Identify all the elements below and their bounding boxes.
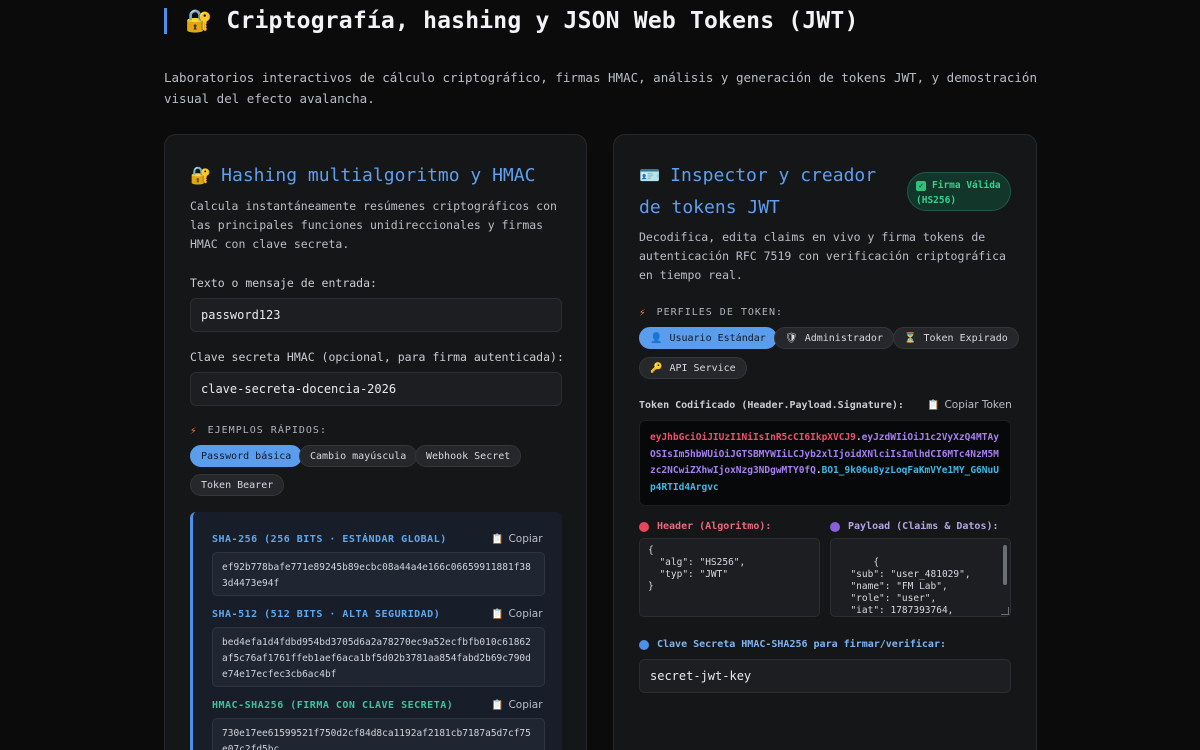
token-header-part: eyJhbGciOiJIUzI1NiIsInR5cCI6IkpXVCJ9 — [650, 432, 856, 443]
secret-key-label: Clave Secreta HMAC-SHA256 para firmar/ve… — [639, 639, 946, 650]
example-webhook-secret[interactable]: Webhook Secret — [415, 445, 522, 467]
sha512-label: SHA-512 (512 BITS · ALTA SEGURIDAD) — [212, 609, 441, 620]
header-label: Header (Algoritmo): — [639, 521, 771, 532]
id-card-icon: 🪪 — [639, 166, 661, 186]
copy-sha512-button[interactable]: 📋 Copiar — [491, 608, 543, 620]
copy-hmac-button[interactable]: 📋 Copiar — [491, 699, 543, 711]
hashing-card-title: 🔐 Hashing multialgoritmo y HMAC — [190, 165, 536, 186]
hashing-description: Calcula instantáneamente resúmenes cript… — [190, 199, 557, 251]
profile-administrador[interactable]: 🛡 Administrador — [774, 327, 894, 349]
jwt-secret-input[interactable]: secret-jwt-key — [639, 659, 1011, 693]
copy-sha256-button[interactable]: 📋 Copiar — [491, 533, 543, 545]
sha256-output: ef92b778bafe771e89245b89ecbc08a44a4e166c… — [212, 552, 545, 596]
encoded-token-output[interactable]: eyJhbGciOiJIUzI1NiIsInR5cCI6IkpXVCJ9.eyJ… — [639, 420, 1011, 506]
message-input[interactable]: password123 — [190, 298, 562, 332]
check-icon: ✓ — [916, 180, 926, 191]
hmac-key-input[interactable]: clave-secreta-docencia-2026 — [190, 372, 562, 406]
clipboard-icon: 📋 — [491, 533, 504, 545]
examples-label: ⚡ EJEMPLOS RÁPIDOS: — [190, 424, 327, 437]
hourglass-icon: ⏳ — [904, 332, 917, 344]
payload-label: Payload (Claims & Datos): — [830, 521, 999, 532]
lock-key-icon: 🔐 — [185, 8, 213, 34]
jwt-card-title: 🪪 Inspector y creador de tokens JWT — [639, 165, 877, 218]
hmac-key-label: Clave secreta HMAC (opcional, para firma… — [190, 350, 564, 364]
input-label: Texto o mensaje de entrada: — [190, 276, 377, 290]
header-json-editor[interactable]: { "alg": "HS256", "typ": "JWT" } — [639, 538, 820, 617]
profile-usuario-estandar[interactable]: 👤 Usuario Estándar — [639, 327, 777, 349]
hash-results-panel: SHA-256 (256 BITS · ESTÁNDAR GLOBAL) 📋 Co… — [190, 512, 562, 750]
hmac-sha256-label: HMAC-SHA256 (FIRMA CON CLAVE SECRETA) — [212, 700, 454, 711]
jwt-card: 🪪 Inspector y creador de tokens JWT ✓ Firma… — [613, 134, 1037, 750]
clipboard-icon: 📋 — [927, 399, 940, 411]
example-cambio-mayuscula[interactable]: Cambio mayúscula — [299, 445, 418, 467]
profiles-label: ⚡ PERFILES DE TOKEN: — [639, 306, 783, 319]
hmac-sha256-output: 730e17ee61599521f750d2cf84d8ca1192af2181… — [212, 718, 545, 750]
encoded-token-label: Token Codificado (Header.Payload.Signatu… — [639, 400, 904, 411]
sha512-output: bed4efa1d4fdbd954bd3705d6a2a78270ec9a52e… — [212, 627, 545, 687]
payload-json-editor[interactable]: { "sub": "user_481029", "name": "FM Lab"… — [830, 538, 1011, 617]
key-icon: 🔑 — [650, 362, 663, 374]
profile-api-service[interactable]: 🔑 API Service — [639, 357, 747, 379]
shield-icon: 🛡 — [785, 332, 798, 344]
resize-handle[interactable] — [1001, 607, 1009, 615]
page-subtitle: Laboratorios interactivos de cálculo cri… — [164, 70, 1037, 106]
profile-token-expirado[interactable]: ⏳ Token Expirado — [893, 327, 1019, 349]
purple-dot-icon — [830, 521, 840, 532]
red-dot-icon — [639, 521, 649, 532]
page-title: Criptografía, hashing y JSON Web Tokens … — [226, 8, 859, 34]
page: 🔐 Criptografía, hashing y JSON Web Token… — [0, 0, 1200, 750]
clipboard-icon: 📋 — [491, 608, 504, 620]
jwt-description: Decodifica, edita claims en vivo y firma… — [639, 230, 1006, 282]
hashing-card: 🔐 Hashing multialgoritmo y HMAC Calcula i… — [164, 134, 587, 750]
payload-scrollbar[interactable] — [1003, 545, 1007, 585]
clipboard-icon: 📋 — [491, 699, 504, 711]
sha256-label: SHA-256 (256 BITS · ESTÁNDAR GLOBAL) — [212, 534, 447, 545]
lightning-icon: ⚡ — [190, 424, 198, 437]
signature-valid-badge: ✓ Firma Válida (HS256) — [907, 172, 1011, 211]
copy-token-button[interactable]: 📋 Copiar Token — [927, 399, 1012, 411]
example-password-basica[interactable]: Password básica — [190, 445, 303, 467]
user-icon: 👤 — [650, 332, 663, 344]
lightning-icon: ⚡ — [639, 306, 647, 319]
lock-key-icon: 🔐 — [190, 166, 212, 186]
blue-dot-icon — [639, 639, 649, 650]
page-header: 🔐 Criptografía, hashing y JSON Web Token… — [164, 8, 859, 34]
example-token-bearer[interactable]: Token Bearer — [190, 474, 285, 496]
